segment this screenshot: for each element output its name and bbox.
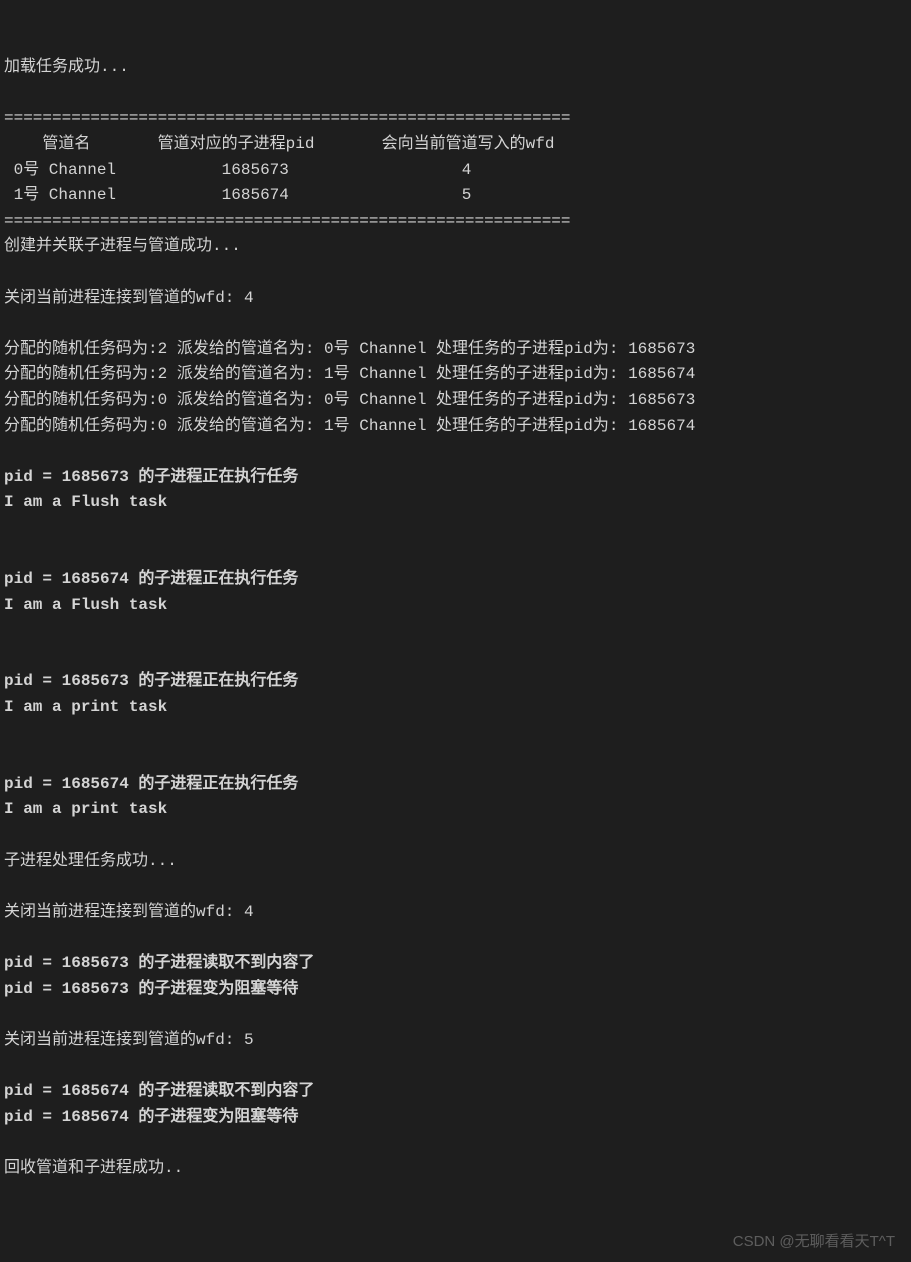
exec-4-header: pid = 1685674 的子进程正在执行任务 (4, 775, 298, 793)
close-wfd-4b: 关闭当前进程连接到管道的wfd: 4 (4, 903, 254, 921)
close-wfd-5: 关闭当前进程连接到管道的wfd: 5 (4, 1031, 254, 1049)
row1-wfd: 5 (462, 186, 472, 204)
r1-read-none: pid = 1685673 的子进程读取不到内容了 (4, 954, 314, 972)
row1-pid: 1685674 (222, 186, 289, 204)
dispatch-2: 分配的随机任务码为:2 派发给的管道名为: 1号 Channel 处理任务的子进… (4, 365, 695, 383)
exec-4-task: I am a print task (4, 800, 167, 818)
row1-name: 1号 Channel (4, 186, 116, 204)
csdn-watermark: CSDN @无聊看看天T^T (733, 1230, 895, 1254)
close-wfd-4a: 关闭当前进程连接到管道的wfd: 4 (4, 289, 254, 307)
recycle-success: 回收管道和子进程成功.. (4, 1159, 183, 1177)
th-col2: 管道对应的子进程pid (158, 135, 315, 153)
dispatch-3: 分配的随机任务码为:0 派发给的管道名为: 0号 Channel 处理任务的子进… (4, 391, 695, 409)
r2-read-none: pid = 1685674 的子进程读取不到内容了 (4, 1082, 314, 1100)
exec-1-task: I am a Flush task (4, 493, 167, 511)
create-success: 创建并关联子进程与管道成功... (4, 237, 241, 255)
line-load-success: 加载任务成功... (4, 58, 129, 76)
child-success: 子进程处理任务成功... (4, 852, 177, 870)
dispatch-4: 分配的随机任务码为:0 派发给的管道名为: 1号 Channel 处理任务的子进… (4, 417, 695, 435)
row0-wfd: 4 (462, 161, 472, 179)
exec-3-task: I am a print task (4, 698, 167, 716)
row0-name: 0号 Channel (4, 161, 116, 179)
dispatch-1: 分配的随机任务码为:2 派发给的管道名为: 0号 Channel 处理任务的子进… (4, 340, 695, 358)
divider-bottom: ========================================… (4, 212, 571, 230)
r2-block-wait: pid = 1685674 的子进程变为阻塞等待 (4, 1108, 298, 1126)
th-col1: 管道名 (4, 135, 90, 153)
exec-1-header: pid = 1685673 的子进程正在执行任务 (4, 468, 298, 486)
exec-2-header: pid = 1685674 的子进程正在执行任务 (4, 570, 298, 588)
exec-2-task: I am a Flush task (4, 596, 167, 614)
row0-pid: 1685673 (222, 161, 289, 179)
th-col3: 会向当前管道写入的wfd (382, 135, 555, 153)
r1-block-wait: pid = 1685673 的子进程变为阻塞等待 (4, 980, 298, 998)
divider-top: ========================================… (4, 109, 571, 127)
exec-3-header: pid = 1685673 的子进程正在执行任务 (4, 672, 298, 690)
